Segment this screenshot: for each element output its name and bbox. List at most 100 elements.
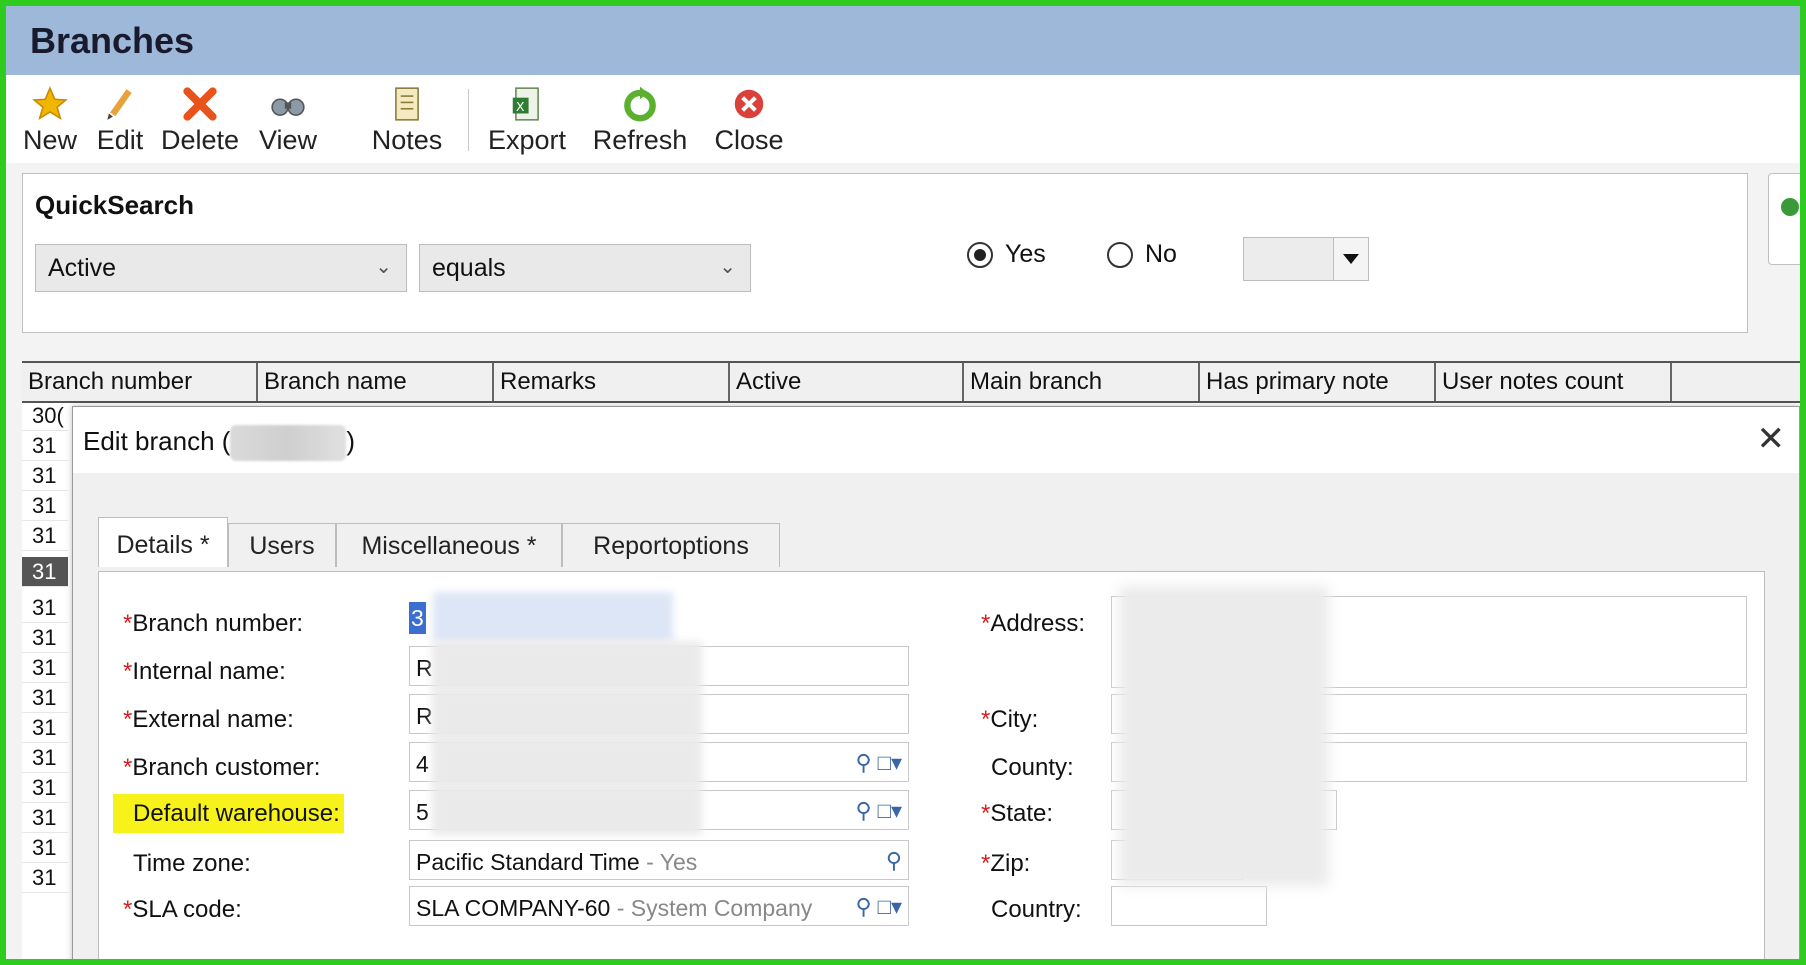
quicksearch-field-select[interactable]: Active ⌄ [35,244,407,292]
chevron-down-icon: ⌄ [375,256,392,278]
radio-no[interactable]: No [1107,240,1177,269]
sla-code-label: *SLA code: [123,896,242,923]
table-row[interactable]: 31 [22,683,68,713]
dialog-title: Edit branch () [83,425,355,461]
tab-details[interactable]: Details * [98,517,228,567]
quicksearch-go-button[interactable] [1768,173,1800,265]
time-zone-field[interactable]: Pacific Standard Time - Yes ⚲ [409,840,909,880]
star-icon [32,86,68,120]
state-label: *State: [981,800,1054,827]
toolbar-separator [468,89,469,151]
redacted-branch-id [230,425,347,461]
binoculars-icon [271,98,305,116]
quicksearch-title: QuickSearch [35,190,194,220]
svg-text:X: X [516,99,525,114]
dialog-header: Edit branch () ✕ [73,407,1799,473]
internal-name-label: *Internal name: [123,658,286,685]
lookup-icons[interactable]: ⚲ □▾ [855,750,902,776]
column-header-remarks[interactable]: Remarks [494,363,730,401]
external-name-label: *External name: [123,706,294,733]
table-row[interactable]: 31 [22,461,68,491]
sla-code-field[interactable]: SLA COMPANY-60 - System Company F ⚲ □▾ [409,886,909,926]
delete-x-icon [183,87,217,121]
pencil-icon [107,89,132,120]
tab-users[interactable]: Users [228,523,336,567]
internal-name-field[interactable]: R [409,641,909,691]
refresh-icon [624,86,656,122]
window-title: Branches [30,20,195,61]
branch-customer-field[interactable]: 4 ⚲ □▾ [409,737,909,787]
column-header-branch-number[interactable]: Branch number [22,363,258,401]
table-row[interactable]: 31 [22,773,68,803]
column-header-active[interactable]: Active [730,363,964,401]
table-row[interactable]: 31 [22,653,68,683]
go-icon [1781,198,1799,216]
radio-button-icon [967,242,993,269]
chevron-down-icon: ⌄ [719,256,736,278]
table-row-selected[interactable]: 31 [22,557,68,587]
new-button[interactable]: New [20,85,80,157]
table-row[interactable]: 31 [22,863,68,893]
redacted-value [433,592,673,642]
external-name-field[interactable]: R [409,689,909,739]
lookup-icons[interactable]: ⚲ □▾ [855,798,902,824]
column-header-branch-name[interactable]: Branch name [258,363,494,401]
table-row[interactable]: 31 [22,623,68,653]
lookup-icons[interactable]: ⚲ □▾ [855,894,902,920]
dialog-close-icon[interactable]: ✕ [1757,419,1786,459]
column-header-user-notes-count[interactable]: User notes count [1436,363,1672,401]
redacted-value [432,641,702,691]
table-row[interactable]: 31 [22,833,68,863]
radio-yes[interactable]: Yes [967,240,1046,269]
app-window: Branches New Edit Delete View Notes X Ex… [6,6,1800,959]
country-field[interactable] [1111,886,1267,926]
column-header-main-branch[interactable]: Main branch [964,363,1200,401]
quicksearch-operator-select[interactable]: equals ⌄ [419,244,751,292]
dropdown-arrow-icon[interactable] [1333,238,1368,280]
redacted-value [432,785,702,835]
tab-reportoptions[interactable]: Reportoptions [562,523,780,567]
toolbar: New Edit Delete View Notes X Export Refr… [6,75,1800,163]
default-warehouse-field[interactable]: 5 ⚲ □▾ [409,785,909,835]
search-icon[interactable]: ⚲ [886,848,902,874]
details-panel: *Branch number: *Internal name: *Externa… [98,571,1765,959]
country-label: Country: [991,896,1082,923]
default-warehouse-label: Default warehouse: [113,794,344,833]
delete-button[interactable]: Delete [158,85,242,157]
notes-button[interactable]: Notes [368,85,446,157]
view-button[interactable]: View [256,85,320,157]
county-label: County: [991,754,1074,781]
table-row[interactable]: 31 [22,521,68,551]
grid-header: Branch number Branch name Remarks Active… [22,361,1800,403]
table-row[interactable]: 31 [22,431,68,461]
excel-icon: X [512,87,539,121]
close-button[interactable]: Close [710,85,788,157]
redacted-value [432,689,702,739]
branch-number-label: *Branch number: [123,610,304,637]
table-row[interactable]: 31 [22,743,68,773]
branch-customer-label: *Branch customer: [123,754,321,781]
quicksearch-extra-combo[interactable] [1243,237,1369,281]
time-zone-label: Time zone: [133,850,251,877]
city-label: *City: [981,706,1039,733]
quicksearch-panel: QuickSearch Active ⌄ equals ⌄ Yes No [22,173,1748,333]
table-row[interactable]: 31 [22,593,68,623]
refresh-button[interactable]: Refresh [592,85,688,157]
edit-button[interactable]: Edit [92,85,148,157]
column-header-has-primary-note[interactable]: Has primary note [1200,363,1436,401]
notes-icon [395,87,419,121]
zip-label: *Zip: [981,850,1031,877]
table-row[interactable]: 31 [22,491,68,521]
export-button[interactable]: X Export [484,85,570,157]
table-row[interactable]: 30( [22,401,68,431]
close-red-icon [734,89,764,119]
title-bar: Branches [6,6,1800,75]
edit-branch-dialog: Edit branch () ✕ Details * Users Miscell… [72,406,1800,959]
tab-miscellaneous[interactable]: Miscellaneous * [336,523,562,567]
table-row[interactable]: 31 [22,713,68,743]
address-label: *Address: [981,610,1086,637]
redacted-value [432,737,702,787]
redacted-address-block [1119,586,1329,886]
branch-number-field[interactable]: 3 [409,592,789,642]
table-row[interactable]: 31 [22,803,68,833]
